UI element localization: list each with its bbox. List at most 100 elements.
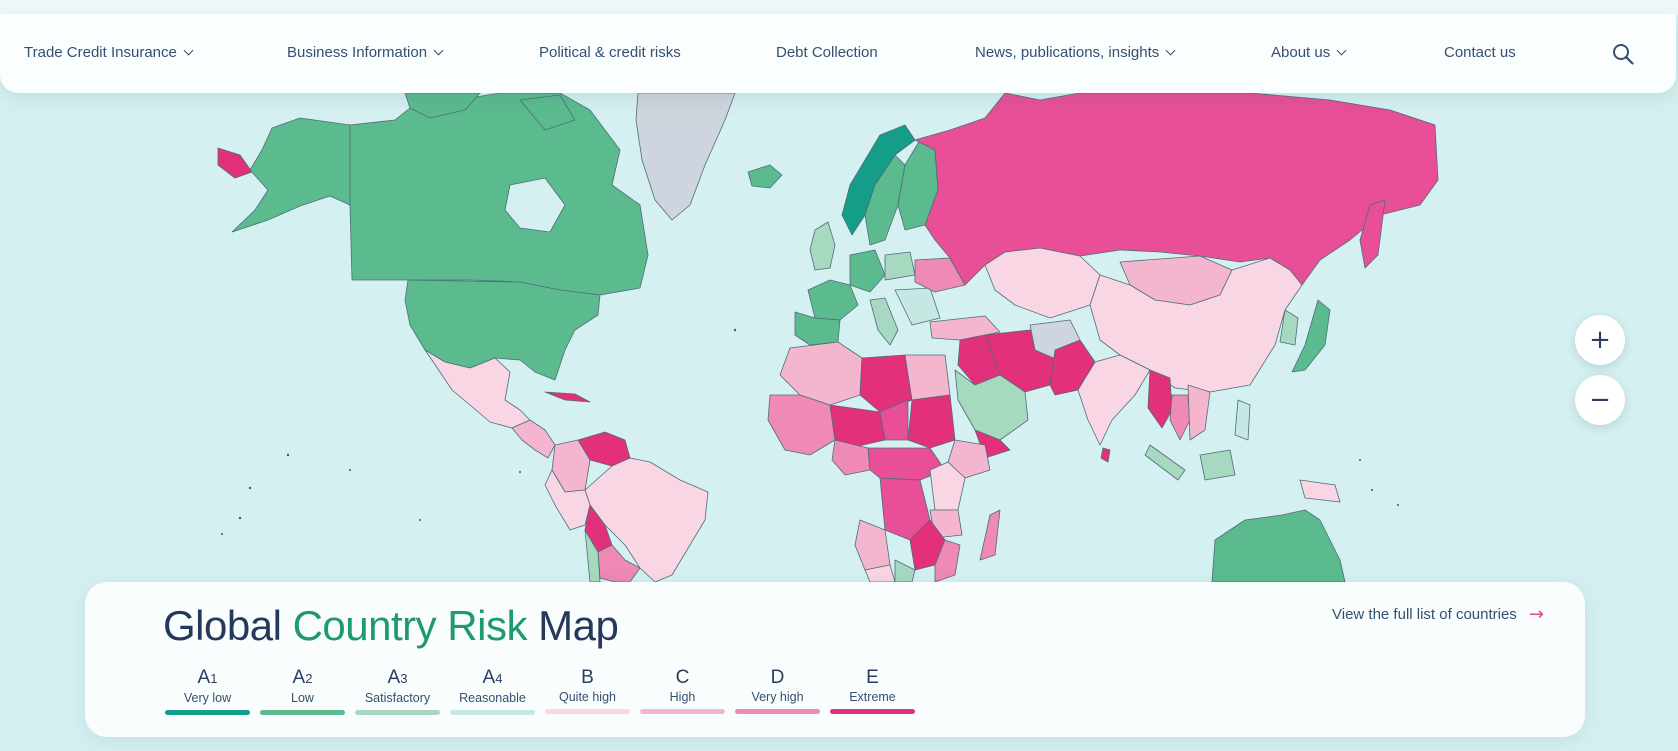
country-botswana <box>894 559 916 583</box>
main-navbar: Trade Credit Insurance Business Informat… <box>0 14 1676 93</box>
grade-label: High <box>669 690 696 704</box>
grade-b[interactable]: B Quite high <box>545 668 630 715</box>
country-philippines <box>1234 399 1251 441</box>
grade-letter: A <box>292 667 306 688</box>
country-indonesia-borneo <box>1199 449 1236 481</box>
grade-color-bar <box>260 710 345 715</box>
minus-icon: − <box>1589 385 1611 415</box>
zoom-out-button[interactable]: − <box>1575 375 1625 425</box>
grade-letter: A <box>387 667 401 688</box>
grade-c[interactable]: C High <box>640 668 725 715</box>
country-japan <box>1291 299 1331 373</box>
view-all-label: View the full list of countries <box>1332 606 1517 623</box>
zoom-in-button[interactable]: + <box>1575 315 1625 365</box>
grade-color-bar <box>640 709 725 714</box>
chevron-down-icon <box>1336 45 1347 56</box>
country-cuba <box>544 391 591 403</box>
grade-label: Satisfactory <box>364 691 431 705</box>
grade-a1[interactable]: A1 Very low <box>165 668 250 715</box>
country-france <box>807 279 859 321</box>
nav-business-information[interactable]: Business Information <box>287 44 444 61</box>
nav-label: Business Information <box>287 44 428 61</box>
country-germany <box>849 249 886 293</box>
chevron-down-icon <box>183 45 194 56</box>
grade-label: Quite high <box>559 690 616 704</box>
grade-legend: A1 Very low A2 Low A3 Satisfactory A4 Re… <box>165 668 915 715</box>
country-egypt <box>904 354 951 401</box>
country-canada <box>349 93 649 296</box>
grade-letter: D <box>770 667 785 688</box>
grade-letter: A <box>197 667 211 688</box>
grade-number: 2 <box>305 671 313 686</box>
nav-label: About us <box>1271 44 1331 61</box>
grade-number: 4 <box>495 671 503 686</box>
grade-letter: C <box>675 667 690 688</box>
top-strip <box>0 0 1678 15</box>
country-indonesia-sumatra <box>1144 444 1186 481</box>
grade-label: Extreme <box>849 690 896 704</box>
country-italy <box>869 297 899 346</box>
nav-label: Trade Credit Insurance <box>24 44 177 61</box>
grade-label: Low <box>291 691 314 705</box>
country-sri-lanka <box>1100 447 1111 463</box>
search-icon[interactable] <box>1612 43 1634 65</box>
grade-a4[interactable]: A4 Reasonable <box>450 668 535 715</box>
country-madagascar <box>979 509 1001 561</box>
country-iceland <box>747 164 783 189</box>
country-greenland <box>635 93 736 221</box>
country-vietnam <box>1187 384 1211 441</box>
country-central-america <box>511 419 556 459</box>
grade-color-bar <box>450 710 535 715</box>
grade-number: 1 <box>210 671 218 686</box>
nav-contact-us[interactable]: Contact us <box>1444 44 1516 61</box>
grade-color-bar <box>830 709 915 714</box>
view-all-countries-link[interactable]: View the full list of countries → <box>1332 604 1544 625</box>
country-australia <box>1211 509 1346 583</box>
grade-color-bar <box>165 710 250 715</box>
country-uk <box>809 221 836 271</box>
grade-letter: E <box>866 667 879 688</box>
nav-about-us[interactable]: About us <box>1271 44 1347 61</box>
country-balkans <box>894 287 941 326</box>
nav-label: Debt Collection <box>776 44 878 61</box>
nav-debt-collection[interactable]: Debt Collection <box>776 44 878 61</box>
country-nigeria <box>831 439 871 476</box>
nav-label: Contact us <box>1444 44 1516 61</box>
grade-color-bar <box>545 709 630 714</box>
nav-political-credit-risks[interactable]: Political & credit risks <box>539 44 681 61</box>
chevron-down-icon <box>433 45 444 56</box>
grade-number: 3 <box>400 671 408 686</box>
nav-label: News, publications, insights <box>975 44 1160 61</box>
map-title: Global Country Risk Map <box>163 602 619 650</box>
country-alaska <box>231 117 351 233</box>
country-russia <box>914 93 1439 286</box>
arrow-right-icon: → <box>1528 604 1544 625</box>
grade-label: Very high <box>751 690 804 704</box>
plus-icon: + <box>1589 325 1611 355</box>
grade-color-bar <box>735 709 820 714</box>
nav-label: Political & credit risks <box>539 44 681 61</box>
title-part-2: Country Risk <box>292 602 528 649</box>
country-poland <box>884 251 916 281</box>
country-png <box>1299 479 1341 503</box>
country-kazakhstan <box>984 247 1101 319</box>
grade-d[interactable]: D Very high <box>735 668 820 715</box>
chevron-down-icon <box>1165 45 1176 56</box>
grade-label: Very low <box>183 691 232 705</box>
nav-trade-credit-insurance[interactable]: Trade Credit Insurance <box>24 44 194 61</box>
country-myanmar <box>1147 369 1173 429</box>
grade-label: Reasonable <box>459 691 526 705</box>
country-alaska-islands <box>217 147 253 179</box>
grade-e[interactable]: E Extreme <box>830 668 915 715</box>
grade-letter: B <box>581 667 594 688</box>
grade-a2[interactable]: A2 Low <box>260 668 345 715</box>
grade-color-bar <box>355 710 440 715</box>
title-part-1: Global <box>163 602 282 649</box>
title-part-3: Map <box>538 602 619 649</box>
risk-legend-card: Global Country Risk Map View the full li… <box>85 582 1585 737</box>
country-west-africa <box>767 394 836 456</box>
country-thailand <box>1169 394 1191 441</box>
grade-a3[interactable]: A3 Satisfactory <box>355 668 440 715</box>
nav-news-publications-insights[interactable]: News, publications, insights <box>975 44 1176 61</box>
country-sudan <box>907 394 956 449</box>
